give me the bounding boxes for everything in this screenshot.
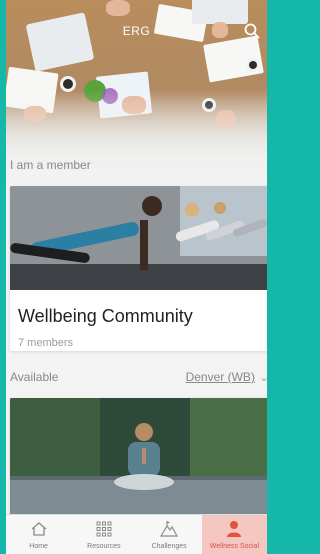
available-section-label: Available [10,370,59,384]
grid-icon [96,521,112,537]
chevron-down-icon: ⌄ [258,370,267,384]
search-button[interactable] [243,22,261,40]
tab-wellness-social[interactable]: Wellness Social [201,515,267,554]
home-icon [31,522,47,536]
top-bar: ERG [6,0,267,60]
location-dropdown-value: Denver (WB) [185,370,255,384]
community-card-wellbeing[interactable]: Wellbeing Community 7 members [10,186,267,351]
tab-wellness-social-label: Wellness Social [209,543,260,550]
location-dropdown[interactable]: Denver (WB) ⌄ [186,370,267,384]
available-filter-row: Available Denver (WB) ⌄ [10,370,267,388]
mountain-icon [160,521,179,537]
bottom-tab-bar: Home Resources Challenges Wellness Socia… [6,514,267,554]
community-card-title: Wellbeing Community [18,306,193,326]
search-icon [244,23,260,39]
tab-home-label: Home [29,543,48,550]
community-card-image [10,186,267,290]
tab-resources-label: Resources [87,543,121,550]
person-icon [227,521,242,537]
tab-home[interactable]: Home [6,515,71,554]
member-section-label: I am a member [10,158,91,172]
tab-resources[interactable]: Resources [71,515,136,554]
community-card-meditation[interactable] [10,398,267,518]
community-card-member-count: 7 members [18,337,74,349]
app-title: ERG [122,24,151,38]
tab-challenges-label: Challenges [151,543,187,550]
app-screen: ERG I am a member Wellbeing Community 7 … [6,0,267,554]
community-card-image [10,398,267,518]
tab-challenges[interactable]: Challenges [137,515,202,554]
